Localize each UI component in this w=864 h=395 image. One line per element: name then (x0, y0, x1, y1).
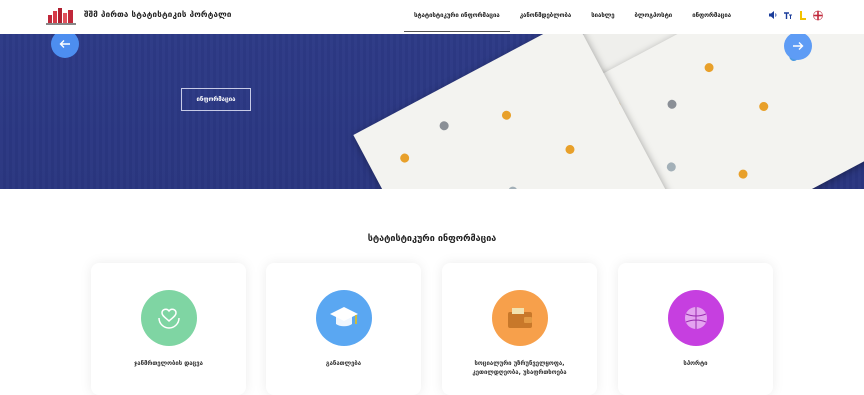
nav-news[interactable]: სიახლე (581, 0, 624, 32)
medal-icon (398, 151, 411, 165)
card-health[interactable]: ჯანმრთელობის დაცვა (91, 263, 246, 395)
ball-icon (667, 290, 724, 346)
card-label: განათლება (325, 360, 362, 367)
hero-info-button[interactable]: ინფორმაცია (181, 88, 251, 111)
medal-icon (736, 168, 750, 181)
medal-icon (665, 98, 679, 111)
medal-icon (563, 143, 577, 156)
card-social[interactable]: სოციალური უზრუნველყოფა, კეთილდღეობა, უსა… (442, 263, 597, 395)
hero-banner: ინფორმაცია (0, 34, 864, 189)
wallet-icon (491, 290, 548, 346)
medal-icon (438, 119, 451, 132)
medal-icon (757, 100, 770, 113)
medal-icon (500, 109, 513, 122)
card-education[interactable]: განათლება (266, 263, 421, 395)
accessibility-tools (768, 10, 823, 20)
medal-icon (665, 160, 678, 174)
card-label: სოციალური უზრუნველყოფა, კეთილდღეობა, უსა… (472, 360, 567, 376)
nav-blogpost[interactable]: ბლოგპოსტი (625, 0, 683, 32)
main-nav: სტატისტიკური ინფორმაცია კანონმდებლობა სი… (404, 0, 741, 32)
site-header: შშმ პირთა სტატისტიკის პორტალი სტატისტიკუ… (0, 0, 864, 34)
card-label: სპორტი (683, 360, 708, 367)
nav-legislation[interactable]: კანონმდებლობა (510, 0, 582, 32)
contrast-icon[interactable] (798, 10, 808, 20)
portal-logo[interactable] (46, 7, 76, 25)
text-size-icon[interactable] (783, 10, 793, 20)
card-label: ჯანმრთელობის დაცვა (134, 360, 203, 367)
audio-icon[interactable] (768, 10, 778, 20)
site-title[interactable]: შშმ პირთა სტატისტიკის პორტალი (84, 10, 232, 19)
medal-icon (703, 61, 716, 74)
nav-statistical-info[interactable]: სტატისტიკური ინფორმაცია (404, 0, 510, 32)
english-flag-icon[interactable] (813, 10, 823, 20)
graduation-cap-icon (315, 290, 372, 346)
medal-icon (506, 185, 519, 189)
nav-information[interactable]: ინფორმაცია (682, 0, 741, 32)
health-hands-icon (140, 290, 197, 346)
card-sport[interactable]: სპორტი (618, 263, 773, 395)
section-title: სტატისტიკური ინფორმაცია (367, 234, 497, 244)
